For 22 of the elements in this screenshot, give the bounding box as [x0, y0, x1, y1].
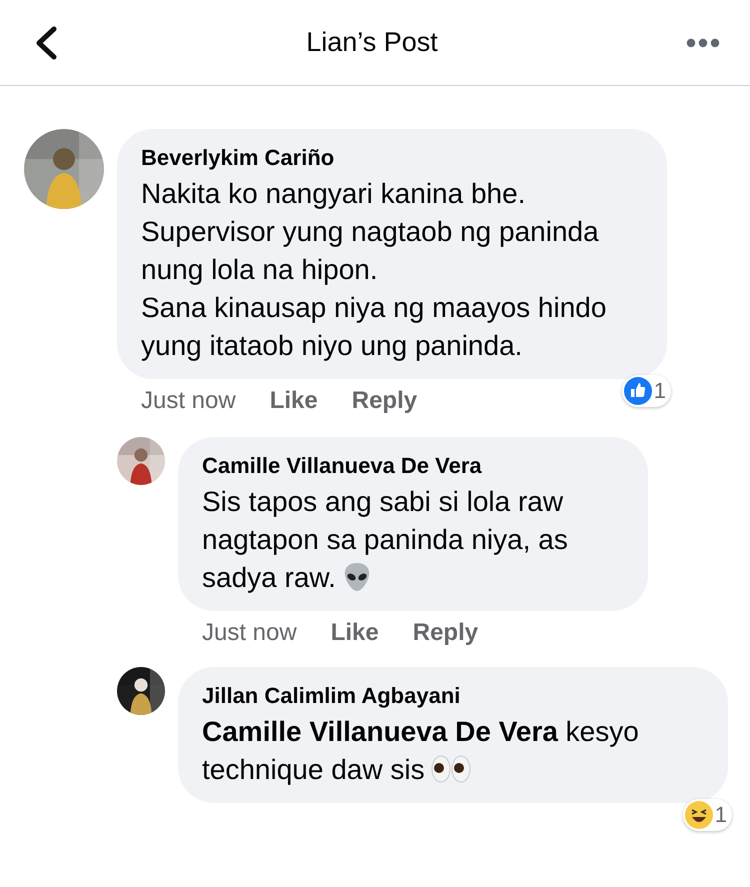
comment-action-link[interactable]: Reply: [412, 619, 478, 647]
commenter-name[interactable]: Jillan Calimlim Agbayani: [202, 683, 702, 709]
timestamp: Just now: [141, 387, 236, 415]
reaction-count: 1: [714, 802, 727, 828]
comment-text: Camille Villanueva De Vera kesyo technique daw sis: [202, 715, 640, 787]
comment-action-link[interactable]: Reply: [352, 387, 418, 415]
commenter-name[interactable]: Camille Villanueva De Vera: [202, 453, 622, 479]
reaction-count: 1: [654, 378, 666, 404]
commenter-name[interactable]: Beverlykim Cariño: [141, 145, 641, 171]
laughing-face-icon: [684, 801, 713, 829]
comment-action-link[interactable]: Like: [270, 387, 318, 415]
comment-text: Nakita ko nangyari kanina bhe. Supervisor yung nagtaob ng paninda nung lola na hipon. Sana kinausap niya ng maayos hindo yung itataob niyo ung paninda.: [141, 177, 608, 363]
more-options-icon[interactable]: [686, 38, 720, 48]
back-icon[interactable]: [34, 26, 58, 60]
eyes-icon: [430, 754, 471, 784]
reaction-badge[interactable]: 1: [622, 375, 671, 407]
page-title: Lian’s Post: [306, 27, 438, 58]
comment-action-link[interactable]: Like: [330, 619, 379, 647]
comment-text: Sis tapos ang sabi si lola raw nagtapon sa paninda niya, as sadya raw.: [202, 485, 569, 595]
reaction-badge[interactable]: 1: [682, 799, 732, 831]
like-icon: [624, 377, 652, 405]
timestamp: Just now: [202, 619, 297, 647]
